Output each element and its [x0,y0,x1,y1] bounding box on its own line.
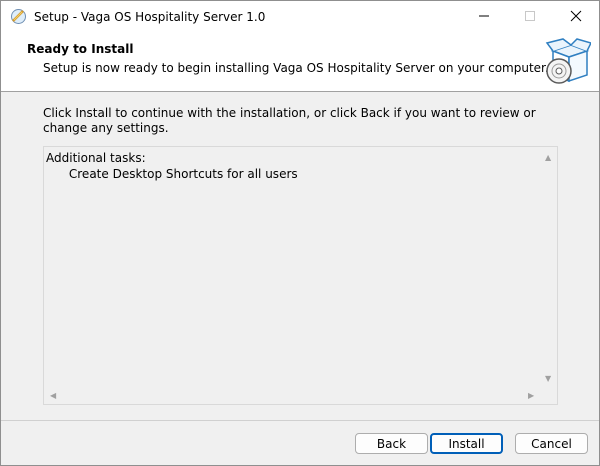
setup-window: Setup - Vaga OS Hospitality Server 1.0 R… [0,0,600,466]
ready-memo[interactable]: Additional tasks: Create Desktop Shortcu… [43,146,558,405]
page-title: Ready to Install [27,42,134,56]
box-with-disc-icon [541,37,593,87]
setup-app-icon [10,8,27,25]
install-button[interactable]: Install [430,433,503,454]
scroll-up-icon[interactable]: ▲ [545,154,551,162]
wizard-header: Ready to Install Setup is now ready to b… [1,33,599,92]
close-icon [570,10,582,25]
memo-content: Additional tasks: Create Desktop Shortcu… [46,150,298,182]
vertical-scrollbar[interactable]: ▲ ▼ [540,147,557,387]
cancel-button[interactable]: Cancel [515,433,588,454]
footer-divider [1,420,599,421]
back-button[interactable]: Back [355,433,428,454]
memo-line: Create Desktop Shortcuts for all users [46,167,298,181]
maximize-icon [524,10,536,25]
minimize-icon [478,10,490,25]
memo-line: Additional tasks: [46,151,146,165]
title-bar[interactable]: Setup - Vaga OS Hospitality Server 1.0 [1,1,599,33]
window-title: Setup - Vaga OS Hospitality Server 1.0 [34,10,266,24]
maximize-button[interactable] [507,1,553,33]
horizontal-scrollbar[interactable]: ◀ ▶ [44,387,540,404]
close-button[interactable] [553,1,599,33]
page-subtitle: Setup is now ready to begin installing V… [43,61,549,75]
instructions-text: Click Install to continue with the insta… [43,106,536,135]
scroll-left-icon[interactable]: ◀ [50,392,56,400]
minimize-button[interactable] [461,1,507,33]
scroll-down-icon[interactable]: ▼ [545,375,551,383]
scroll-right-icon[interactable]: ▶ [528,392,534,400]
